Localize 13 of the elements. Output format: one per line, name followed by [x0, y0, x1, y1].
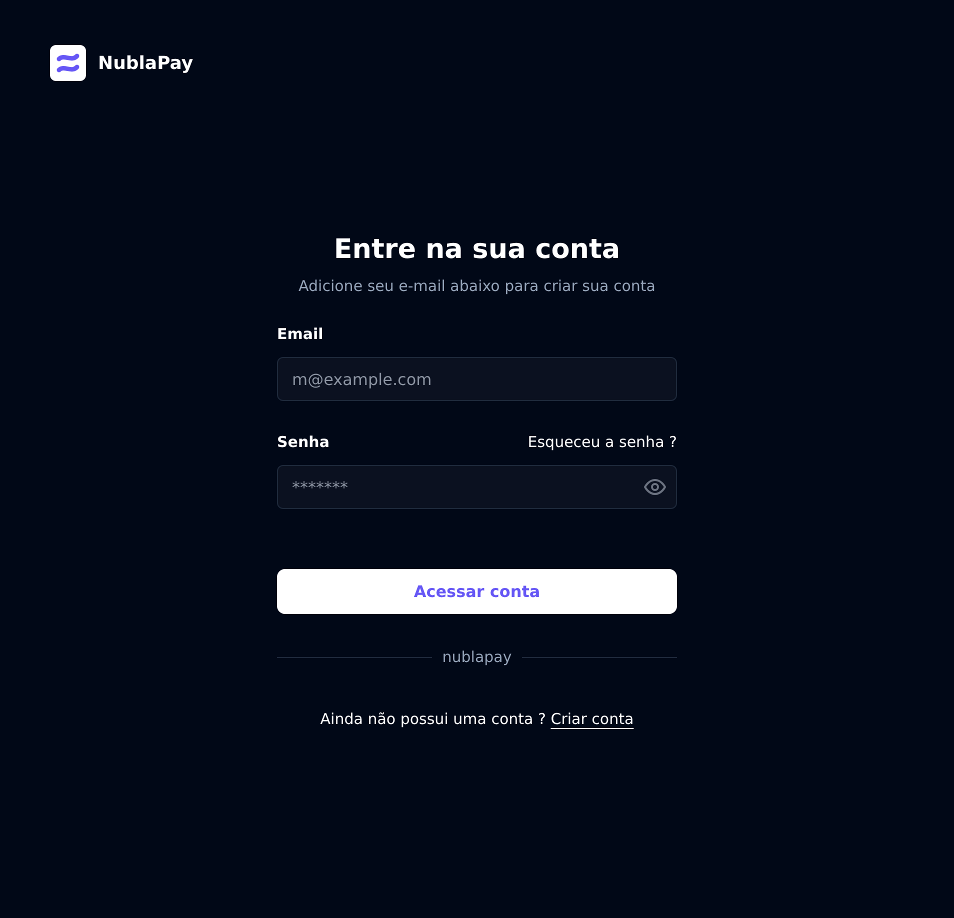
subtitle: Adicione seu e-mail abaixo para criar sua conta	[298, 277, 656, 295]
divider-label: nublapay	[442, 648, 512, 666]
logo-icon	[50, 45, 86, 81]
email-field[interactable]: m@example.com	[277, 357, 677, 401]
signup-prompt: Ainda não possui uma conta ? Criar conta	[319, 710, 635, 728]
brand-name: NublaPay	[98, 52, 194, 74]
password-field[interactable]: *******	[277, 465, 677, 509]
forgot-password-link[interactable]: Esqueceu a senha ?	[528, 433, 677, 451]
field-label: Email	[277, 325, 324, 343]
signup-link[interactable]: Criar conta	[550, 710, 634, 728]
page-heading: Entre na sua conta	[332, 234, 622, 265]
field-label: Senha	[277, 433, 330, 451]
submit-button[interactable]: Acessar conta	[277, 569, 677, 614]
